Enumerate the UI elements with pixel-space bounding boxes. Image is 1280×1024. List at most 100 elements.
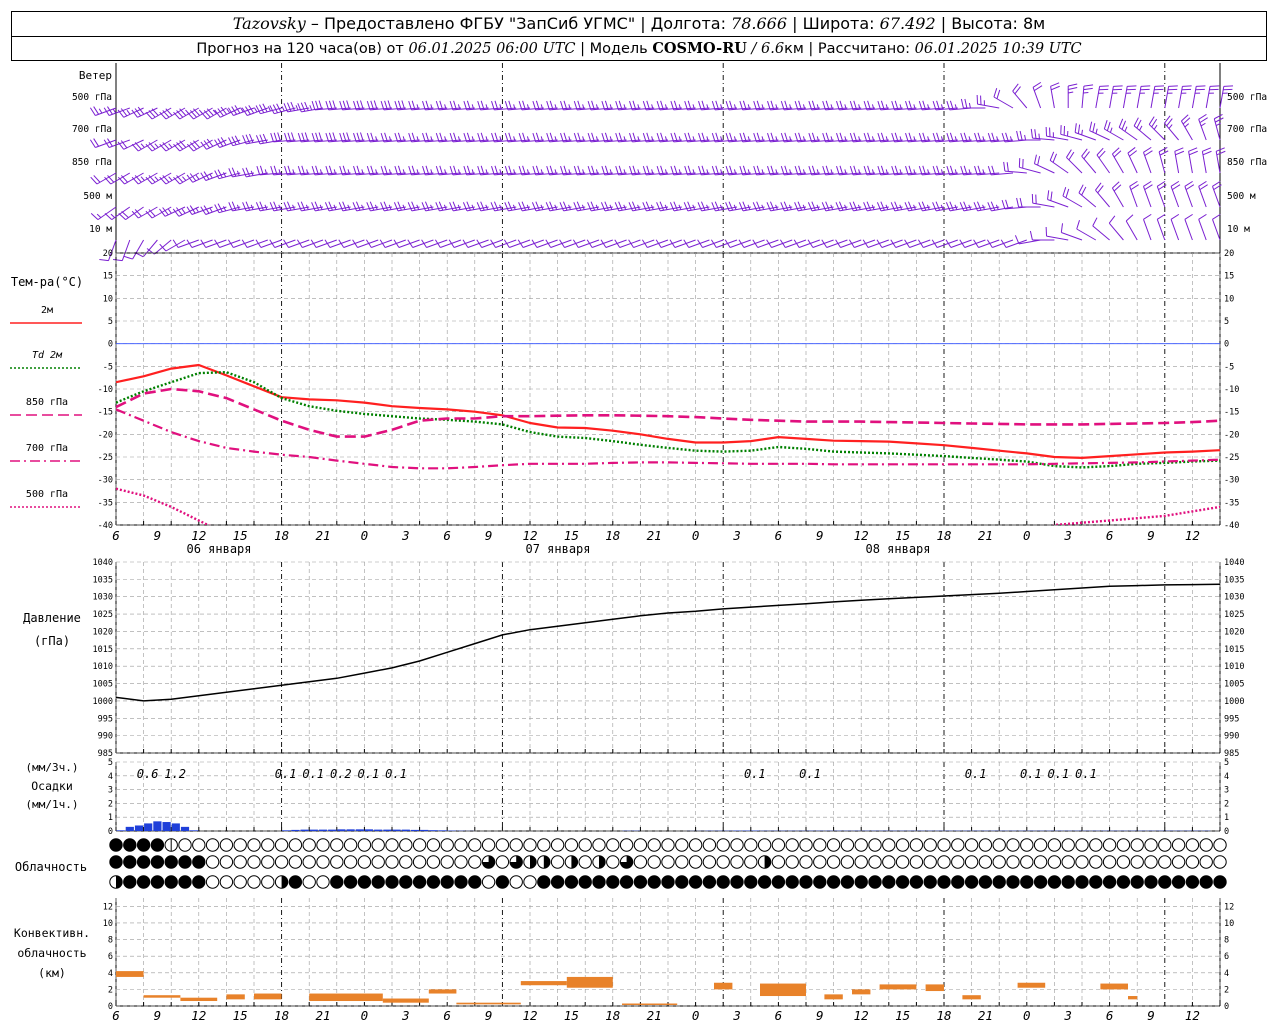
wind-barb-flag xyxy=(1083,87,1093,91)
cloud-fill xyxy=(1075,875,1089,889)
precip-ytick-right: 1 xyxy=(1224,813,1229,823)
cloud-circle xyxy=(468,838,482,852)
wind-barb-flag xyxy=(863,202,868,212)
conv-ytick-left: 2 xyxy=(108,985,113,995)
temp-xtick-label: 9 xyxy=(485,528,493,543)
wind-barb-flag xyxy=(990,201,996,211)
wind-barb-half xyxy=(209,207,213,213)
cloud-circle xyxy=(550,838,565,852)
cloud-symbol xyxy=(1061,838,1075,852)
cloud-fill xyxy=(151,875,164,889)
wind-barb-half xyxy=(140,176,145,181)
wind-barb-flag xyxy=(1170,213,1180,220)
wind-barb-flag xyxy=(1076,220,1080,230)
conv-ytick-left: 6 xyxy=(108,952,113,962)
conv-ytick-right: 10 xyxy=(1224,919,1234,929)
cloud-symbol xyxy=(716,855,730,869)
cloud-circle xyxy=(495,838,510,852)
cloud-fill xyxy=(1172,875,1185,889)
cloud-symbol xyxy=(219,875,234,889)
cloud-circle xyxy=(923,855,937,869)
cloud-circle xyxy=(564,838,579,852)
cloud-fill xyxy=(1200,875,1213,889)
wind-barb-flag xyxy=(949,201,954,211)
cloud-symbol xyxy=(992,855,1006,869)
cloud-fill xyxy=(123,875,136,889)
wind-barb-flag xyxy=(262,133,268,143)
wind-barb-half xyxy=(295,105,299,111)
precip-bar xyxy=(383,829,392,831)
wind-barb-half xyxy=(968,102,971,109)
cloud-circle xyxy=(909,855,924,869)
wind-barb-flag xyxy=(328,201,333,211)
wind-barb-flag xyxy=(1068,87,1078,90)
cloud-circle xyxy=(1213,855,1227,869)
cloud-circle xyxy=(771,855,786,869)
cloud-symbol xyxy=(702,875,717,889)
pressure-ytick-left: 1005 xyxy=(93,680,113,690)
precip-3h-value: 0.1 xyxy=(1020,767,1042,781)
wind-barb-flag xyxy=(259,134,264,144)
cloud-circle xyxy=(261,838,275,852)
precip-bar xyxy=(309,829,318,831)
temp-ytick-left: 20 xyxy=(103,249,113,259)
cloud-fill xyxy=(799,875,813,889)
cloud-symbol xyxy=(1116,875,1131,889)
cloud-circle xyxy=(288,855,303,869)
pressure-ytick-left: 1025 xyxy=(93,610,113,620)
conv-bar xyxy=(566,976,613,988)
cloud-symbol xyxy=(1006,875,1020,889)
wind-barb-flag xyxy=(752,202,758,212)
precip-bar xyxy=(291,829,300,831)
wind-barb-half xyxy=(1109,127,1113,133)
cloud-fill xyxy=(123,838,136,852)
cloud-fill xyxy=(399,875,412,889)
conv-xtick-label: 0 xyxy=(692,1008,700,1023)
cloud-symbol xyxy=(1158,875,1172,889)
cloud-circle xyxy=(426,855,441,869)
wind-barb-flag xyxy=(270,132,274,143)
wind-barb-half xyxy=(1024,134,1027,141)
cloud-symbol xyxy=(771,838,786,852)
conv-ytick-right: 8 xyxy=(1224,936,1229,946)
conv-bar xyxy=(428,989,457,994)
precip-3h-value: 0.1 xyxy=(385,767,407,781)
cloud-symbol xyxy=(550,838,565,852)
conv-bar xyxy=(879,984,917,990)
cloud-fill xyxy=(565,875,578,889)
cloud-symbol xyxy=(633,838,648,852)
cloud-symbol xyxy=(923,875,937,889)
cloud-symbol xyxy=(1020,855,1034,869)
cloud-fill xyxy=(454,875,468,889)
cloud-circle xyxy=(205,855,220,869)
wind-barb-flag xyxy=(1214,114,1223,120)
cloud-symbol xyxy=(550,855,565,869)
wind-level-label-right: 850 гПа xyxy=(1227,157,1267,168)
cloud-symbol xyxy=(592,838,606,852)
temp-ytick-left: 5 xyxy=(108,317,113,327)
wind-barb-flag xyxy=(545,202,551,212)
cloud-symbol xyxy=(771,855,786,869)
cloud-symbol xyxy=(578,838,592,852)
cloud-symbol xyxy=(1061,875,1075,889)
wind-barb-flag xyxy=(269,105,275,114)
precip-bar xyxy=(162,822,171,831)
cloud-symbol xyxy=(399,875,413,889)
wind-barb-flag xyxy=(1078,184,1084,194)
cloud-circle xyxy=(1130,855,1144,869)
cloud-symbol xyxy=(647,838,661,852)
cloud-circle xyxy=(440,855,454,869)
cloud-symbol xyxy=(1006,838,1020,852)
precip-bar xyxy=(374,829,383,831)
precip-bar xyxy=(190,830,199,831)
cloud-symbol xyxy=(1047,875,1062,889)
cloud-fill xyxy=(543,855,550,869)
cloud-symbol xyxy=(1199,855,1213,869)
cloud-symbol xyxy=(592,875,606,889)
cloud-symbol xyxy=(178,855,192,869)
cloud-symbol xyxy=(523,855,537,869)
precip-ytick-left: 1 xyxy=(108,813,113,823)
cloud-circle xyxy=(951,855,965,869)
cloud-symbol xyxy=(288,875,303,889)
wind-barb-half xyxy=(1200,122,1206,127)
